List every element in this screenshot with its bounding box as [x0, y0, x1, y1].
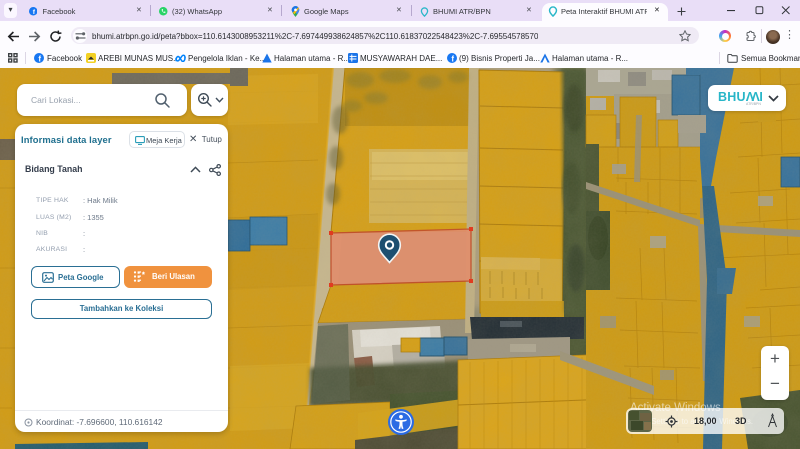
svg-text:f: f [451, 54, 454, 63]
svg-text:f: f [38, 54, 41, 63]
